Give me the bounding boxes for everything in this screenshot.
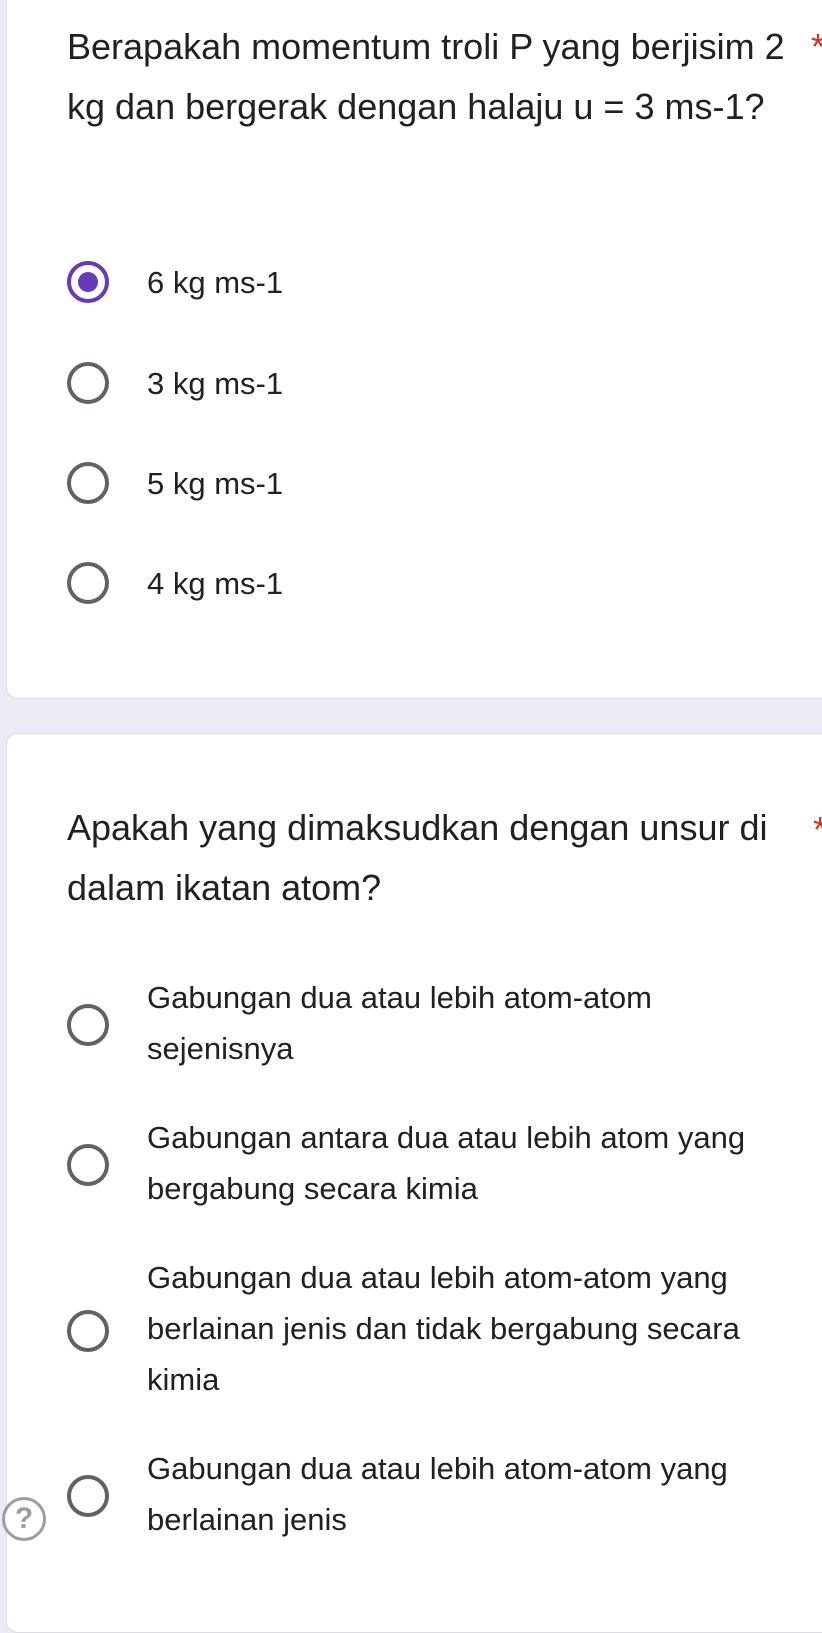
- radio-unchecked-icon[interactable]: [67, 1144, 109, 1186]
- radio-unchecked-icon[interactable]: [67, 1475, 109, 1517]
- question-card-2: Apakah yang dimaksudkan dengan unsur di …: [6, 733, 822, 1633]
- question-card-1: Berapakah momentum troli P yang berjisim…: [6, 0, 822, 699]
- option-label: 6 kg ms-1: [147, 265, 284, 300]
- question-title: Apakah yang dimaksudkan dengan unsur di …: [67, 807, 768, 908]
- option-label: 5 kg ms-1: [147, 466, 284, 501]
- option-label: 3 kg ms-1: [147, 366, 284, 401]
- option-label: Gabungan dua atau lebih atom-atom yang b…: [147, 1451, 728, 1537]
- option-label: Gabungan dua atau lebih atom-atom sejeni…: [147, 980, 652, 1066]
- radio-unchecked-icon[interactable]: [67, 462, 109, 504]
- option-label: Gabungan dua atau lebih atom-atom yang b…: [147, 1260, 740, 1397]
- option-label: Gabungan antara dua atau lebih atom yang…: [147, 1120, 746, 1206]
- radio-unchecked-icon[interactable]: [67, 1310, 109, 1352]
- radio-unchecked-icon[interactable]: [67, 362, 109, 404]
- radio-unchecked-icon[interactable]: [67, 1004, 109, 1046]
- question-title: Berapakah momentum troli P yang berjisim…: [67, 26, 785, 127]
- option-label: 4 kg ms-1: [147, 566, 284, 601]
- required-asterisk: *: [813, 812, 822, 848]
- help-circle-icon[interactable]: ?: [2, 1497, 46, 1541]
- radio-checked-icon[interactable]: [59, 253, 117, 311]
- radio-unchecked-icon[interactable]: [67, 562, 109, 604]
- required-asterisk: *: [811, 29, 822, 65]
